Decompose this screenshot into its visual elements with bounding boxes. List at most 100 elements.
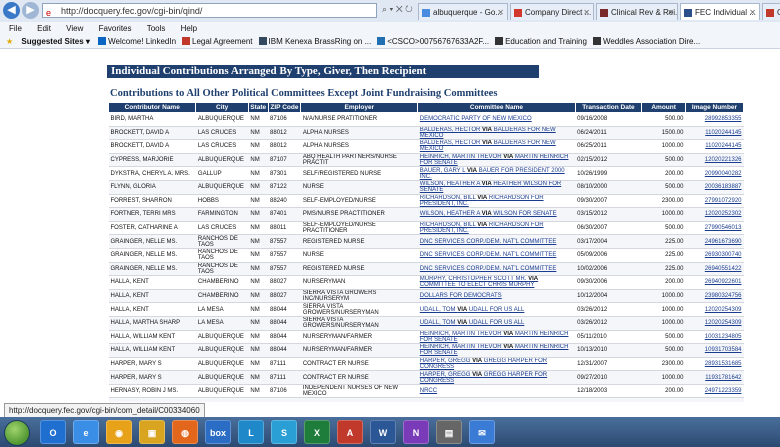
menu-tools[interactable]: Tools — [147, 24, 166, 33]
cell-committee[interactable]: HARPER, GREGG VIA GREGG HARPER FOR CONGR… — [417, 357, 576, 372]
cell-image[interactable]: 12020252302 — [685, 207, 744, 222]
cell-committee[interactable]: RICHARDSON, BILL VIA RICHARDSON FOR PRES… — [417, 221, 576, 236]
browser-tab[interactable]: Clinical Rev & Rei... ✕ — [596, 3, 678, 20]
cell-committee[interactable]: RICHARDSON, BILL VIA RICHARDSON FOR PRES… — [417, 194, 576, 209]
cell-committee[interactable]: NRCC — [417, 397, 576, 402]
start-button[interactable] — [4, 420, 30, 446]
cell-image[interactable]: 20036183887 — [685, 180, 744, 195]
cell-image[interactable]: 11020244145 — [685, 126, 744, 141]
col-amount[interactable]: Amount — [641, 102, 686, 113]
cell-committee[interactable]: HEINRICH, MARTIN TREVOR VIA MARTIN HEINR… — [417, 153, 576, 168]
taskbar-app-icon[interactable]: box — [205, 420, 231, 444]
close-tab-icon[interactable]: ✕ — [583, 4, 590, 20]
favorite-link[interactable]: Legal Agreement — [182, 35, 253, 48]
cell-city: CHAMBERINO — [195, 289, 249, 304]
menu-favorites[interactable]: Favorites — [99, 24, 132, 33]
menu-edit[interactable]: Edit — [37, 24, 51, 33]
cell-image[interactable]: 10031234805 — [685, 330, 744, 345]
cell-image[interactable]: 26940922601 — [685, 275, 744, 290]
favorite-link[interactable]: Education and Training — [495, 35, 587, 48]
cell-contributor: FLYNN, GLORIA — [108, 180, 196, 195]
close-tab-icon[interactable]: ✕ — [497, 4, 504, 20]
taskbar-app-icon[interactable]: ◍ — [172, 420, 198, 444]
favorite-link[interactable]: IBM Kenexa BrassRing on ... — [258, 35, 371, 48]
cell-image[interactable]: 26940551422 — [685, 262, 744, 277]
col-date[interactable]: Transaction Date — [574, 102, 643, 113]
address-tools[interactable]: ⌕ ▾ ✕ ↻ — [382, 4, 413, 15]
col-committee[interactable]: Committee Name — [417, 102, 576, 113]
cell-image[interactable]: 11931781642 — [685, 370, 744, 385]
cell-image[interactable]: 12020254309 — [685, 302, 744, 317]
taskbar-app-icon[interactable]: ◉ — [106, 420, 132, 444]
cell-image[interactable]: 12020254309 — [685, 316, 744, 331]
cell-committee[interactable]: DOLLARS FOR DEMOCRATS — [417, 289, 576, 304]
cell-image[interactable]: 12020221326 — [685, 153, 744, 168]
cell-committee[interactable]: DNC SERVICES CORP./DEM. NAT'L COMMITTEE — [417, 262, 576, 277]
cell-image[interactable]: 10931703584 — [685, 343, 744, 358]
favorite-link[interactable]: <CSCO>00756767633A2F... — [377, 35, 489, 48]
taskbar-app-icon[interactable]: L — [238, 420, 264, 444]
cell-image[interactable]: 24971216427 — [685, 397, 744, 402]
cell-committee[interactable]: UDALL, TOM VIA UDALL FOR US ALL — [417, 316, 576, 331]
favorite-link[interactable]: Welcome! LinkedIn — [98, 35, 176, 48]
cell-committee[interactable]: WILSON, HEATHER A VIA WILSON FOR SENATE — [417, 207, 576, 222]
col-image[interactable]: Image Number — [685, 102, 744, 113]
taskbar-app-icon[interactable]: X — [304, 420, 330, 444]
favorites-button[interactable]: Suggested Sites ▾ — [21, 35, 89, 48]
menu-file[interactable]: File — [9, 24, 22, 33]
forward-icon[interactable]: ▶ — [22, 2, 39, 19]
cell-committee[interactable]: DNC SERVICES CORP./DEM. NAT'L COMMITTEE — [417, 234, 576, 249]
taskbar-app-icon[interactable]: A — [337, 420, 363, 444]
cell-committee[interactable]: UDALL, TOM VIA UDALL FOR US ALL — [417, 302, 576, 317]
col-state[interactable]: State — [247, 102, 269, 113]
cell-committee[interactable]: BAUER, GARY L VIA BAUER FOR PRESIDENT 20… — [417, 166, 576, 181]
taskbar-app-icon[interactable]: N — [403, 420, 429, 444]
cell-committee[interactable]: BALDERAS, HECTOR VIA BALDERAS FOR NEW ME… — [417, 126, 576, 141]
col-city[interactable]: City — [195, 102, 249, 113]
cell-committee[interactable]: HEINRICH, MARTIN TREVOR VIA MARTIN HEINR… — [417, 343, 576, 358]
taskbar-app-icon[interactable]: S — [271, 420, 297, 444]
menu-help[interactable]: Help — [181, 24, 197, 33]
address-bar[interactable]: e http://docquery.fec.gov/cgi-bin/qind/ — [42, 3, 377, 18]
cell-image[interactable]: 24971223359 — [685, 384, 744, 399]
cell-image[interactable]: 26930300740 — [685, 248, 744, 263]
cell-committee[interactable]: MURPHY, CHRISTOPHER SCOTT MR. VIA COMMIT… — [417, 275, 576, 290]
browser-tab[interactable]: FEC Individual ... ✕ — [680, 3, 760, 20]
col-employer[interactable]: Employer — [300, 102, 419, 113]
cell-image[interactable]: 24961673690 — [685, 234, 744, 249]
browser-tab[interactable]: Company Direct ... ✕ — [510, 3, 594, 20]
cell-committee[interactable]: DNC SERVICES CORP./DEM. NAT'L COMMITTEE — [417, 248, 576, 263]
taskbar-app-icon[interactable]: W — [370, 420, 396, 444]
favorite-link[interactable]: Weddles Association Dire... — [592, 35, 700, 48]
cell-image[interactable]: 20990040282 — [685, 166, 744, 181]
favorites-star-icon[interactable]: ★ — [6, 35, 13, 48]
taskbar-app-icon[interactable]: ✉ — [469, 420, 495, 444]
cell-image[interactable]: 27990546013 — [685, 221, 744, 236]
cell-committee[interactable]: WILSON, HEATHER A VIA HEATHER WILSON FOR… — [417, 180, 576, 195]
cell-committee[interactable]: HEINRICH, MARTIN TREVOR VIA MARTIN HEINR… — [417, 330, 576, 345]
taskbar-app-icon[interactable]: O — [40, 420, 66, 444]
cell-committee[interactable]: NRCC — [417, 384, 576, 399]
cell-zip: 88012 — [268, 139, 301, 154]
cell-committee[interactable]: BALDERAS, HECTOR VIA BALDERAS FOR NEW ME… — [417, 139, 576, 154]
taskbar-app-icon[interactable]: ▤ — [436, 420, 462, 444]
taskbar-app-icon[interactable]: e — [73, 420, 99, 444]
cell-state: NM — [248, 330, 269, 345]
browser-tab[interactable]: albuquerque - Go... ✕ — [418, 3, 508, 20]
back-icon[interactable]: ◀ — [3, 2, 20, 19]
browser-tab[interactable]: Convert — [762, 3, 780, 20]
cell-employer: CONTRACT ER NURSE — [300, 357, 418, 372]
cell-image[interactable]: 28931531685 — [685, 357, 744, 372]
cell-image[interactable]: 28992853355 — [685, 112, 744, 127]
cell-image[interactable]: 23980324756 — [685, 289, 744, 304]
cell-image[interactable]: 27991072920 — [685, 194, 744, 209]
close-tab-icon[interactable]: ✕ — [749, 4, 756, 20]
close-tab-icon[interactable]: ✕ — [667, 4, 674, 20]
col-zip[interactable]: ZIP Code — [267, 102, 302, 113]
taskbar-app-icon[interactable]: ▣ — [139, 420, 165, 444]
cell-committee[interactable]: HARPER, GREGG VIA GREGG HARPER FOR CONGR… — [417, 370, 576, 385]
col-contributor[interactable]: Contributor Name — [107, 102, 197, 113]
menu-view[interactable]: View — [66, 24, 83, 33]
cell-image[interactable]: 11020244145 — [685, 139, 744, 154]
cell-committee[interactable]: DEMOCRATIC PARTY OF NEW MEXICO — [417, 112, 576, 127]
